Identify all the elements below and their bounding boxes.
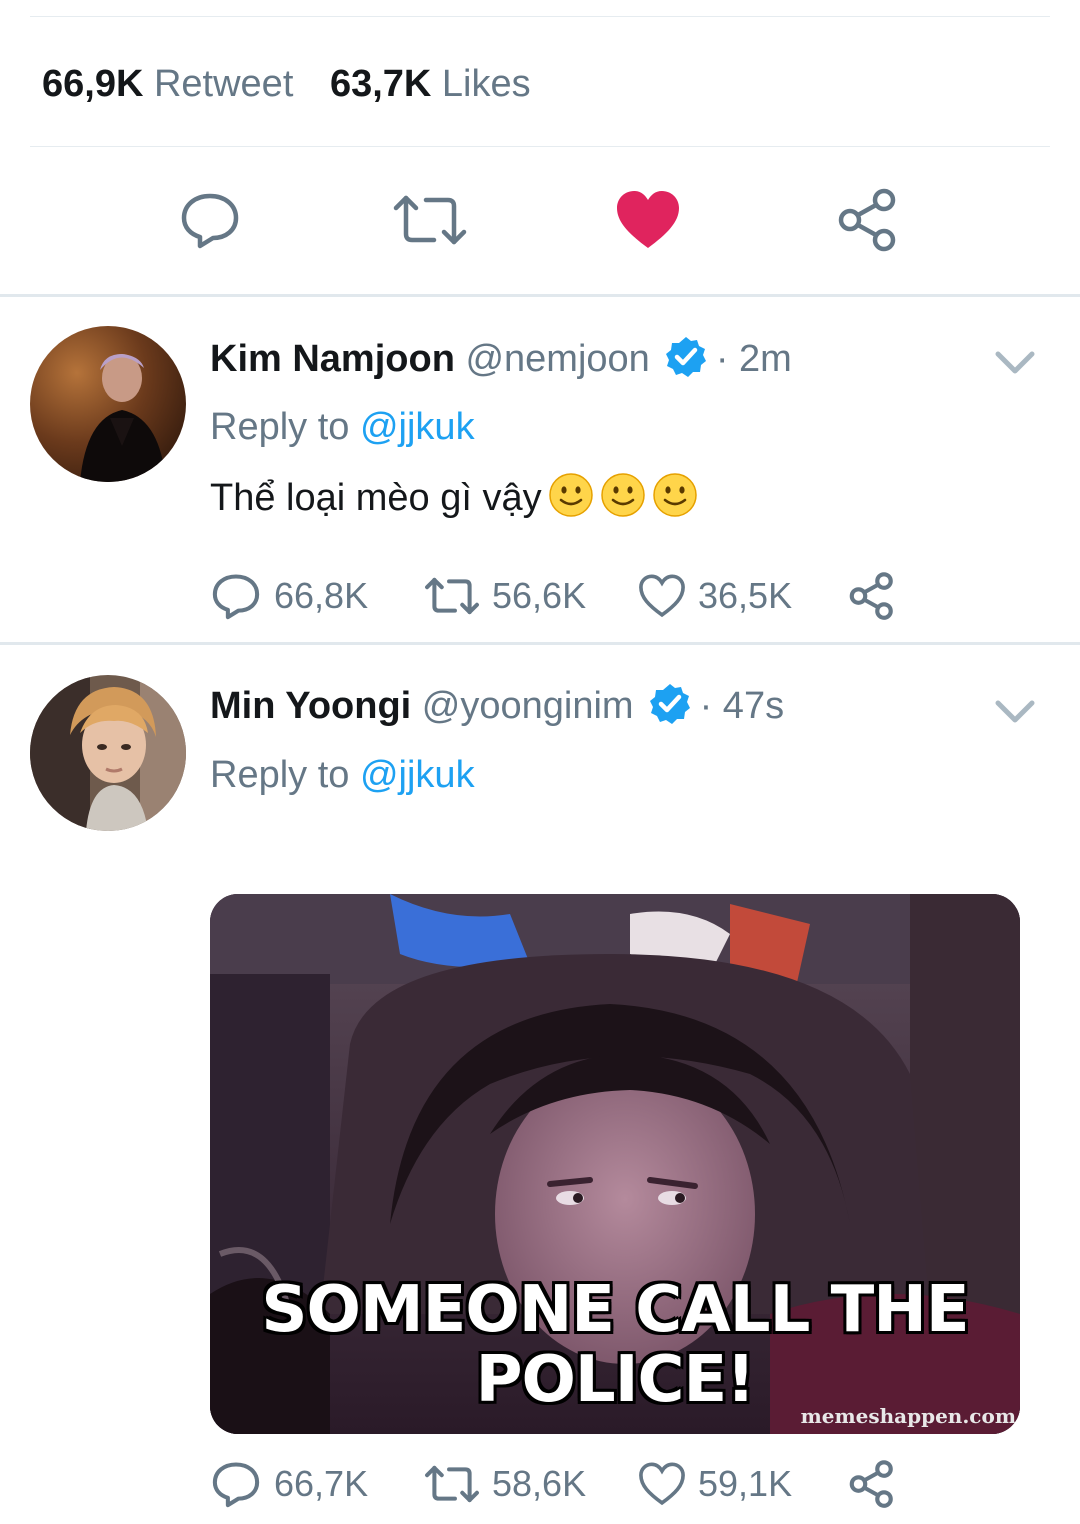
reply-header: Min Yoongi @yoonginim · 47s	[210, 681, 784, 731]
reply-button[interactable]	[170, 180, 250, 260]
mention-link[interactable]: @jjkuk	[360, 754, 475, 796]
avatar[interactable]	[30, 326, 186, 482]
slightly-smiling-face-icon	[548, 473, 593, 517]
retweet-icon	[425, 577, 479, 615]
like-button[interactable]: 36,5K	[638, 570, 792, 622]
share-icon	[838, 188, 896, 252]
retweet-icon	[425, 1465, 479, 1503]
watermark: memeshappen.com	[800, 1404, 1016, 1428]
reply-to-label: Reply to	[210, 754, 350, 796]
slightly-smiling-face-icon	[600, 473, 645, 517]
reply-icon	[212, 574, 260, 620]
reply-count: 66,8K	[274, 575, 369, 616]
share-button[interactable]	[848, 570, 908, 622]
reply-action-bar: 66,8K 56,6K 36,5K	[210, 570, 910, 622]
reply-action-bar: 66,7K 58,6K 59,1K	[210, 1458, 910, 1510]
reply-to-label: Reply to	[210, 406, 350, 448]
timestamp[interactable]: · 47s	[700, 685, 784, 727]
share-button[interactable]	[848, 1458, 908, 1510]
avatar-photo	[30, 675, 186, 831]
mention-link[interactable]: @jjkuk	[360, 406, 475, 448]
tweet-text: Thể loại mèo gì vậy	[210, 477, 542, 519]
like-count: 36,5K	[698, 575, 793, 616]
user-handle[interactable]: @nemjoon	[465, 338, 649, 380]
reply-tweet[interactable]: Kim Namjoon @nemjoon · 2m Reply to @jjku…	[0, 298, 1080, 642]
stats-divider	[30, 146, 1050, 147]
share-button[interactable]	[828, 180, 908, 260]
verified-badge-icon	[649, 684, 690, 724]
likes-count[interactable]: 63,7K	[330, 63, 431, 105]
reply-context: Reply to @jjkuk	[210, 750, 475, 800]
verified-badge-icon	[665, 337, 706, 377]
tweet-stats: 66,9K Retweet 63,7K Likes	[42, 58, 531, 110]
heart-outline-icon	[639, 574, 685, 618]
heart-filled-icon	[617, 191, 679, 248]
reply-icon	[181, 193, 239, 249]
reply-count: 66,7K	[274, 1463, 369, 1504]
user-handle[interactable]: @yoonginim	[422, 685, 634, 727]
top-divider	[30, 16, 1050, 17]
retweets-label[interactable]: Retweet	[154, 63, 293, 105]
section-divider	[0, 294, 1080, 297]
likes-label[interactable]: Likes	[442, 63, 531, 105]
like-button[interactable]: 59,1K	[638, 1458, 792, 1510]
reply-button[interactable]: 66,7K	[210, 1458, 368, 1510]
display-name[interactable]: Min Yoongi	[210, 685, 411, 727]
avatar-photo	[30, 326, 186, 482]
retweet-button[interactable]	[390, 180, 470, 260]
reply-text: Thể loại mèo gì vậy	[210, 472, 698, 523]
retweet-button[interactable]: 56,6K	[424, 570, 586, 622]
like-button[interactable]	[608, 180, 688, 260]
retweet-count: 56,6K	[492, 575, 587, 616]
chevron-down-icon[interactable]	[990, 344, 1040, 384]
display-name[interactable]: Kim Namjoon	[210, 338, 455, 380]
meme-caption-line1: SOMEONE CALL THE	[261, 1273, 969, 1347]
share-icon	[849, 1460, 893, 1508]
retweet-count: 58,6K	[492, 1463, 587, 1504]
heart-outline-icon	[639, 1462, 685, 1506]
tweet-action-bar	[0, 180, 1080, 260]
retweet-button[interactable]: 58,6K	[424, 1458, 586, 1510]
slightly-smiling-face-icon	[652, 473, 697, 517]
avatar[interactable]	[30, 675, 186, 831]
share-icon	[849, 572, 893, 620]
chevron-down-icon[interactable]	[990, 693, 1040, 733]
timestamp[interactable]: · 2m	[716, 338, 792, 380]
like-count: 59,1K	[698, 1463, 793, 1504]
media-image[interactable]: SOMEONE CALL THE POLICE! memeshappen.com	[210, 894, 1020, 1434]
reply-icon	[212, 1462, 260, 1508]
retweets-count[interactable]: 66,9K	[42, 63, 143, 105]
reply-context: Reply to @jjkuk	[210, 402, 475, 452]
reply-header: Kim Namjoon @nemjoon · 2m	[210, 334, 792, 384]
reply-button[interactable]: 66,8K	[210, 570, 368, 622]
retweet-icon	[393, 195, 467, 245]
